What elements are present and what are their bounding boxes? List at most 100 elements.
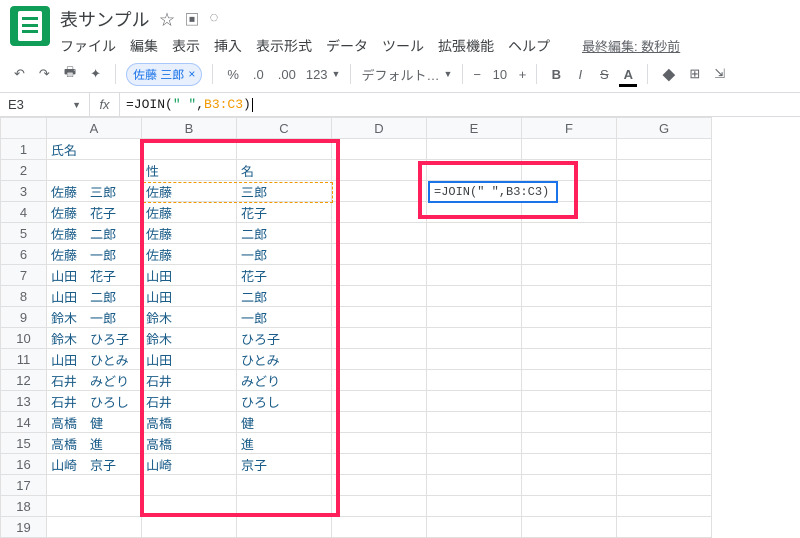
cell[interactable] — [427, 349, 522, 370]
menu-file[interactable]: ファイル — [60, 36, 116, 56]
cell[interactable] — [522, 349, 617, 370]
menu-insert[interactable]: 挿入 — [214, 36, 242, 56]
cell[interactable] — [47, 517, 142, 538]
table-row[interactable]: 11山田 ひとみ山田ひとみ — [1, 349, 712, 370]
cell[interactable] — [332, 328, 427, 349]
cell[interactable] — [332, 139, 427, 160]
cell[interactable] — [617, 328, 712, 349]
sheets-logo[interactable] — [10, 6, 50, 46]
cell[interactable]: 山田 二郎 — [47, 286, 142, 307]
cell[interactable] — [522, 370, 617, 391]
cell[interactable]: 山田 花子 — [47, 265, 142, 286]
cell[interactable] — [522, 391, 617, 412]
cell[interactable]: 鈴木 一郎 — [47, 307, 142, 328]
cell[interactable]: 鈴木 — [142, 328, 237, 349]
italic-button[interactable]: I — [571, 64, 589, 85]
cell[interactable] — [522, 475, 617, 496]
menu-data[interactable]: データ — [326, 36, 368, 56]
table-row[interactable]: 15高橋 進高橋進 — [1, 433, 712, 454]
cell[interactable]: 進 — [237, 433, 332, 454]
cell[interactable] — [332, 349, 427, 370]
print-icon[interactable]: 🖶 — [60, 60, 80, 88]
cell[interactable] — [142, 475, 237, 496]
col-header[interactable]: F — [522, 118, 617, 139]
menu-tools[interactable]: ツール — [382, 36, 424, 56]
cell[interactable]: ひろ子 — [237, 328, 332, 349]
cell[interactable]: 性 — [142, 160, 237, 181]
cell[interactable] — [617, 412, 712, 433]
cell[interactable] — [427, 391, 522, 412]
cell[interactable] — [47, 160, 142, 181]
cell[interactable]: 三郎 — [237, 181, 332, 202]
row-header[interactable]: 10 — [1, 328, 47, 349]
formula-bar[interactable]: =JOIN(" ",B3:C3) — [120, 97, 800, 112]
row-header[interactable]: 9 — [1, 307, 47, 328]
decrease-decimal[interactable]: .0 — [249, 64, 268, 85]
strike-button[interactable]: S — [595, 64, 613, 85]
table-row[interactable]: 9鈴木 一郎鈴木一郎 — [1, 307, 712, 328]
menu-extensions[interactable]: 拡張機能 — [438, 36, 494, 56]
cell[interactable] — [522, 265, 617, 286]
table-row[interactable]: 3佐藤 三郎佐藤三郎 — [1, 181, 712, 202]
cell[interactable]: 山田 — [142, 349, 237, 370]
row-header[interactable]: 17 — [1, 475, 47, 496]
cell[interactable]: 高橋 — [142, 412, 237, 433]
cell[interactable] — [617, 496, 712, 517]
cell[interactable] — [522, 160, 617, 181]
cell[interactable]: ひろし — [237, 391, 332, 412]
cell[interactable] — [332, 412, 427, 433]
row-header[interactable]: 5 — [1, 223, 47, 244]
cloud-icon[interactable]: ◌ — [210, 9, 219, 30]
last-edit-link[interactable]: 最終編集: 数秒前 — [582, 36, 680, 56]
cell[interactable] — [332, 160, 427, 181]
number-format-dd[interactable]: 123▼ — [306, 67, 341, 82]
cell[interactable] — [237, 139, 332, 160]
col-header[interactable]: C — [237, 118, 332, 139]
cell[interactable] — [617, 160, 712, 181]
cell[interactable]: 佐藤 — [142, 244, 237, 265]
cell[interactable] — [427, 286, 522, 307]
cell[interactable] — [427, 139, 522, 160]
row-header[interactable]: 8 — [1, 286, 47, 307]
menu-view[interactable]: 表示 — [172, 36, 200, 56]
cell[interactable] — [617, 349, 712, 370]
table-row[interactable]: 18 — [1, 496, 712, 517]
row-header[interactable]: 6 — [1, 244, 47, 265]
cell[interactable]: 佐藤 一郎 — [47, 244, 142, 265]
text-color-button[interactable]: A — [619, 64, 637, 85]
cell[interactable] — [332, 202, 427, 223]
cell[interactable] — [332, 181, 427, 202]
cell[interactable] — [332, 391, 427, 412]
cell[interactable] — [427, 412, 522, 433]
cell[interactable]: 高橋 健 — [47, 412, 142, 433]
table-row[interactable]: 14高橋 健高橋健 — [1, 412, 712, 433]
redo-icon[interactable]: ↷ — [35, 63, 54, 85]
cell[interactable] — [522, 454, 617, 475]
cell[interactable] — [522, 496, 617, 517]
row-header[interactable]: 3 — [1, 181, 47, 202]
cell[interactable] — [332, 496, 427, 517]
undo-icon[interactable]: ↶ — [10, 63, 29, 85]
cell[interactable] — [522, 328, 617, 349]
font-size-dd[interactable]: − 10 + — [473, 67, 526, 82]
cell[interactable] — [522, 307, 617, 328]
cell[interactable] — [427, 328, 522, 349]
cell[interactable] — [522, 139, 617, 160]
table-row[interactable]: 4佐藤 花子佐藤花子 — [1, 202, 712, 223]
font-family-dd[interactable]: デフォルト…▼ — [361, 65, 452, 84]
cell[interactable]: 高橋 — [142, 433, 237, 454]
cell[interactable]: 氏名 — [47, 139, 142, 160]
cell[interactable] — [142, 496, 237, 517]
cell[interactable] — [142, 139, 237, 160]
spreadsheet-grid[interactable]: A B C D E F G 1氏名2性名3佐藤 三郎佐藤三郎4佐藤 花子佐藤花子… — [0, 117, 800, 538]
name-box[interactable]: E3▼ — [0, 93, 90, 116]
cell[interactable]: 二郎 — [237, 223, 332, 244]
cell[interactable]: 山崎 京子 — [47, 454, 142, 475]
cell[interactable] — [522, 517, 617, 538]
cell[interactable]: 佐藤 — [142, 223, 237, 244]
cell[interactable] — [237, 496, 332, 517]
cell[interactable]: 山田 — [142, 265, 237, 286]
cell[interactable] — [332, 265, 427, 286]
cell[interactable] — [522, 244, 617, 265]
cell[interactable] — [522, 433, 617, 454]
